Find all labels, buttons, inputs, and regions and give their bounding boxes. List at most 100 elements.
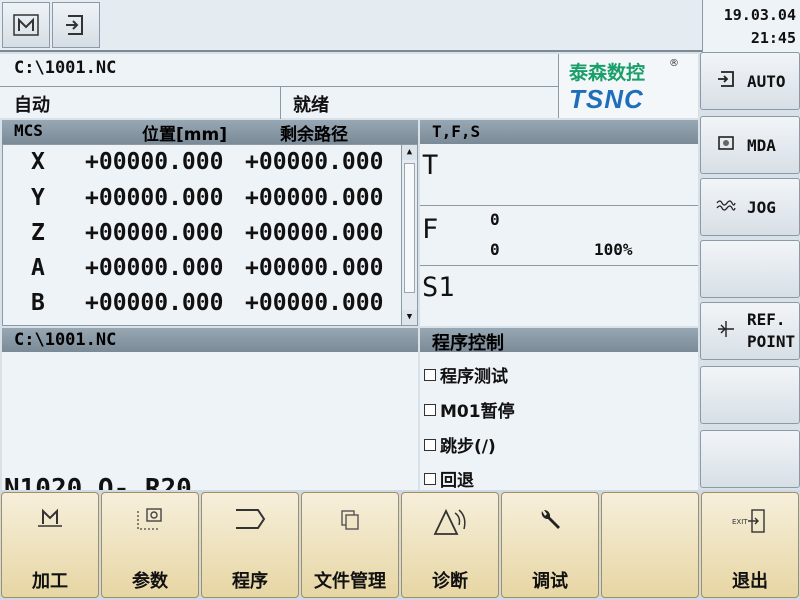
scroll-down-icon[interactable]: ▼ <box>402 310 417 325</box>
coord-system-label: MCS <box>14 121 43 140</box>
scroll-thumb[interactable] <box>404 163 415 293</box>
option-program-test[interactable]: 程序测试 <box>424 362 508 387</box>
option-skip-block[interactable]: 跳步(/) <box>424 432 496 457</box>
registered-mark: ® <box>669 58 679 69</box>
time-text: 21:45 <box>750 29 796 47</box>
machine-m-icon <box>2 507 98 534</box>
state-text: 就绪 <box>280 87 558 119</box>
jog-wave-icon <box>713 197 739 217</box>
mda-mode-button[interactable]: MDA <box>700 116 800 174</box>
machining-label: 加工 <box>32 571 68 592</box>
machining-button[interactable]: 加工 <box>1 492 99 598</box>
program-path: C:\1001.NC <box>14 58 117 78</box>
diagnosis-icon <box>402 507 498 542</box>
axis-name: B <box>31 290 45 316</box>
file-manager-button[interactable]: 文件管理 <box>301 492 399 598</box>
exit-label: 退出 <box>732 571 768 592</box>
diagnosis-button[interactable]: 诊断 <box>401 492 499 598</box>
axis-position: +00000.000 <box>85 220 224 246</box>
mda-label: MDA <box>747 135 776 155</box>
feed-box: F 0 0 100% <box>420 206 698 266</box>
file-manager-icon <box>302 507 398 538</box>
checkbox[interactable] <box>424 472 436 485</box>
mda-icon <box>713 135 739 155</box>
axis-position: +00000.000 <box>85 290 224 316</box>
machine-button[interactable] <box>2 2 50 48</box>
date-text: 19.03.04 <box>723 6 796 24</box>
axis-row-y: Y +00000.000 +00000.000 <box>3 183 401 217</box>
program-label: 程序 <box>232 571 268 592</box>
scroll-up-icon[interactable]: ▲ <box>402 145 417 160</box>
top-bar: 19.03.04 21:45 <box>0 0 800 52</box>
axis-row-z: Z +00000.000 +00000.000 <box>3 218 401 252</box>
axis-remaining: +00000.000 <box>245 255 384 281</box>
option-m01-stop[interactable]: M01暂停 <box>424 397 515 422</box>
axis-row-b: B +00000.000 +00000.000 <box>3 288 401 322</box>
jog-mode-button[interactable]: JOG <box>700 178 800 236</box>
empty-bottom-key[interactable] <box>601 492 699 598</box>
axes-scrollbar[interactable]: ▲ ▼ <box>401 145 417 325</box>
option-label: 回退 <box>440 471 474 491</box>
ref-point-icon <box>713 320 739 342</box>
current-block: N1020 O- R20 <box>4 474 192 490</box>
position-header: 位置[mm] <box>142 125 227 145</box>
feed-actual: 0 <box>490 240 500 259</box>
option-label: M01暂停 <box>440 402 515 422</box>
auto-label: AUTO <box>747 71 786 91</box>
parameter-button[interactable]: 参数 <box>101 492 199 598</box>
program-control-header: 程序控制 <box>420 328 698 354</box>
spindle-label: S1 <box>422 272 455 303</box>
ref-point-label: REF. POINT <box>747 310 796 351</box>
option-retract[interactable]: 回退 <box>424 466 474 491</box>
tfs-header: T,F,S <box>420 120 698 144</box>
empty-right-key-2[interactable] <box>700 366 800 424</box>
debug-label: 调试 <box>532 571 568 592</box>
program-button[interactable]: 程序 <box>201 492 299 598</box>
machine-m-icon <box>13 14 39 36</box>
mode-text: 自动 <box>14 95 50 116</box>
tool-box: T <box>420 144 698 206</box>
option-label: 程序测试 <box>440 367 508 387</box>
axis-remaining: +00000.000 <box>245 149 384 175</box>
logo-cn-text: 泰森数控 <box>569 62 646 84</box>
tool-label: T <box>422 150 439 181</box>
axis-position: +00000.000 <box>85 255 224 281</box>
program-view[interactable]: N1020 O- R20 <box>2 352 418 490</box>
clock: 19.03.04 21:45 <box>702 0 800 52</box>
wrench-icon <box>502 507 598 538</box>
program-icon <box>202 507 298 536</box>
axis-remaining: +00000.000 <box>245 185 384 211</box>
empty-right-key-1[interactable] <box>700 240 800 298</box>
axis-position: +00000.000 <box>85 149 224 175</box>
cycle-button[interactable] <box>52 2 100 48</box>
exit-button[interactable]: EXIT 退出 <box>701 492 799 598</box>
cycle-start-icon <box>66 15 83 35</box>
program-control-panel: 程序测试 M01暂停 跳步(/) 回退 <box>420 352 698 491</box>
option-label: 跳步(/) <box>440 437 496 457</box>
auto-mode-button[interactable]: AUTO <box>700 52 800 110</box>
feed-label: F <box>422 214 439 245</box>
auto-arrow-icon <box>713 71 739 91</box>
spindle-box: S1 <box>420 266 698 326</box>
checkbox[interactable] <box>424 438 436 451</box>
debug-button[interactable]: 调试 <box>501 492 599 598</box>
checkbox[interactable] <box>424 368 436 381</box>
empty-right-key-3[interactable] <box>700 430 800 488</box>
parameter-icon <box>102 507 198 538</box>
axis-name: Z <box>31 220 45 246</box>
bottom-softkey-bar: 加工 参数 程序 文件管理 诊断 调试 EXIT 退出 <box>0 490 800 600</box>
axis-name: Y <box>31 185 45 211</box>
program-header: C:\1001.NC <box>2 328 418 352</box>
axes-table: X +00000.000 +00000.000 Y +00000.000 +00… <box>2 144 418 326</box>
svg-text:EXIT: EXIT <box>732 518 748 526</box>
jog-label: JOG <box>747 197 776 217</box>
axis-remaining: +00000.000 <box>245 220 384 246</box>
status-row: 自动 就绪 <box>0 86 558 119</box>
file-manager-label: 文件管理 <box>314 571 386 592</box>
tfs-panel: T F 0 0 100% S1 <box>420 144 698 326</box>
logo-en-text: TSNC <box>569 84 644 114</box>
remaining-header: 剩余路径 <box>280 125 348 145</box>
checkbox[interactable] <box>424 403 436 416</box>
exit-icon: EXIT <box>702 507 798 540</box>
ref-point-button[interactable]: REF. POINT <box>700 302 800 360</box>
